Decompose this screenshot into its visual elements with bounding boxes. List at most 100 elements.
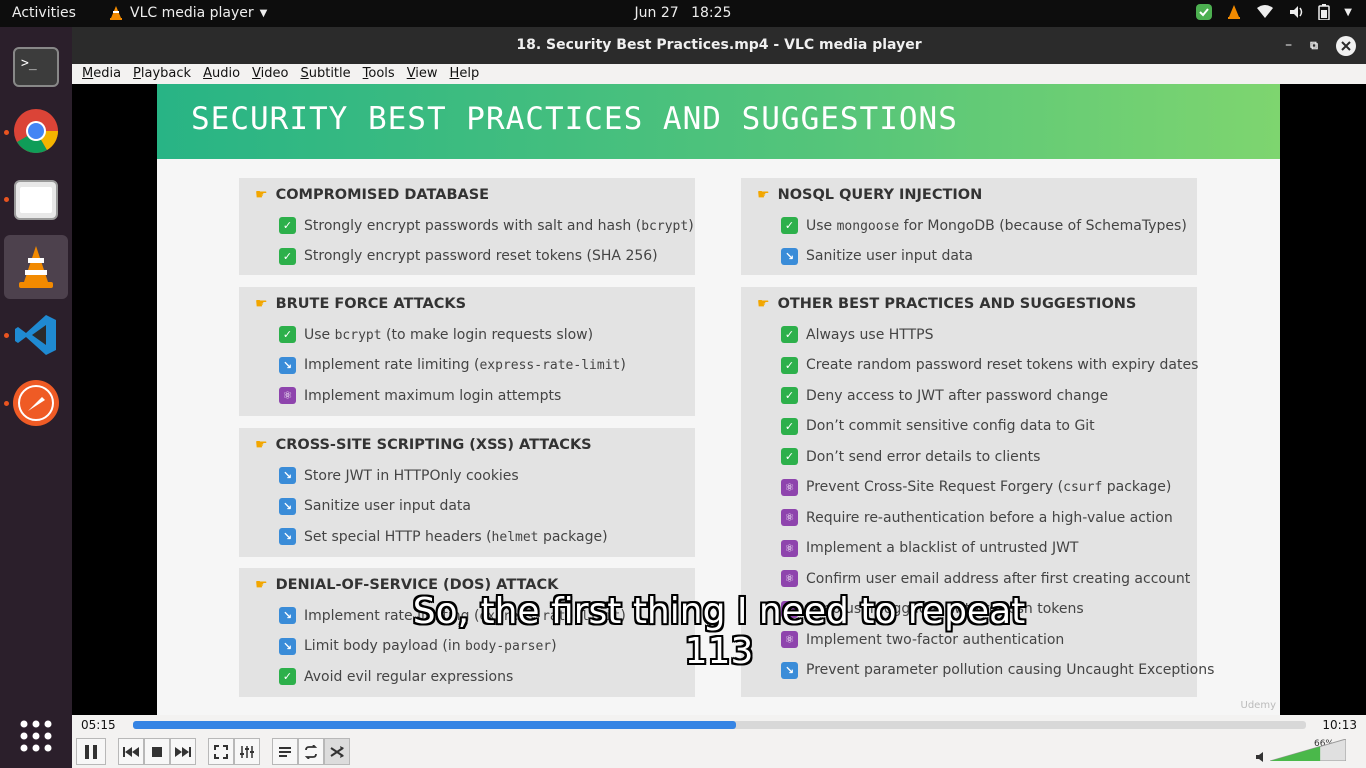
item-text-part: Sanitize user input data [806, 248, 974, 264]
item-text: Prevent Cross-Site Request Forgery (csur… [806, 479, 1171, 495]
code-text: express-rate-limit [479, 358, 621, 373]
menu-subtitle[interactable]: Subtitle [294, 64, 356, 84]
loop-icon [304, 744, 318, 759]
menu-audio[interactable]: Audio [197, 64, 246, 84]
arrow-icon: ↘ [279, 467, 296, 484]
dock-postman[interactable] [4, 371, 68, 435]
dock-vscode[interactable] [4, 303, 68, 367]
pointing-hand-icon: ☛ [255, 437, 268, 453]
list-item: ⚛ Implement maximum login attempts [279, 387, 561, 404]
slide-card: ☛ BRUTE FORCE ATTACKS ✓ Use bcrypt (to make… [239, 287, 695, 416]
item-text: Implement maximum login attempts [304, 388, 561, 404]
item-text-part: Implement rate limiting ( [304, 357, 480, 373]
clock-date: Jun 27 [634, 5, 679, 21]
terminal-icon: >_ [13, 47, 59, 87]
slide-card: ☛ CROSS-SITE SCRIPTING (XSS) ATTACKS ↘ Stor… [239, 428, 695, 557]
item-text-part: Set special HTTP headers ( [304, 528, 492, 545]
check-icon: ✓ [279, 326, 296, 343]
slide-card: ☛ NOSQL QUERY INJECTION ✓ Use mongoose for … [741, 178, 1197, 275]
item-text-part: Sanitize user input data [304, 498, 472, 514]
speaker-icon[interactable] [1288, 4, 1304, 20]
item-text-part: Always use HTTPS [806, 326, 934, 343]
stop-button[interactable] [144, 738, 170, 765]
playlist-icon [279, 746, 291, 757]
extended-settings-button[interactable] [234, 738, 260, 765]
item-text: Don’t send error details to clients [806, 449, 1040, 465]
item-text-part: Use [806, 217, 837, 234]
list-item: ↘ Sanitize user input data [279, 497, 471, 515]
item-text-part: Don’t send error details to clients [806, 448, 1041, 465]
subtitle-line: So, the first thing I need to repeat [412, 591, 1026, 632]
item-text: Require re-authentication before a high-… [806, 510, 1173, 526]
vscode-icon [15, 315, 56, 355]
maximize-icon[interactable]: ⧉ [1310, 27, 1318, 64]
volume-slider[interactable] [1270, 739, 1346, 761]
dock-vlc[interactable] [4, 235, 68, 299]
item-text-part: ) [688, 217, 694, 234]
item-text-part: ) [620, 357, 626, 373]
check-icon: ✓ [781, 326, 798, 343]
menu-media[interactable]: Media [76, 64, 127, 84]
item-text: Confirm user email address after first c… [806, 571, 1190, 587]
loop-button[interactable] [298, 738, 324, 765]
shuffle-button[interactable] [324, 738, 350, 765]
check-icon: ✓ [279, 247, 296, 265]
controls-bar: 66% [72, 735, 1366, 768]
window-controls: – ⧉ [1285, 27, 1356, 64]
menu-view[interactable]: View [401, 64, 444, 84]
item-text: Always use HTTPS [806, 327, 933, 343]
code-text: csurf [1063, 480, 1103, 495]
next-button[interactable] [170, 738, 196, 765]
stop-icon [152, 746, 162, 757]
list-item: ⚛ Require re-authentication before a high… [781, 509, 1173, 526]
pause-button[interactable] [76, 738, 106, 765]
udemy-watermark: Udemy [1240, 700, 1276, 711]
clock[interactable]: Jun 27 18:25 [0, 5, 1366, 21]
code-text: mongoose [836, 218, 900, 234]
menu-tools[interactable]: Tools [357, 64, 401, 84]
card-title: ☛ COMPROMISED DATABASE [255, 187, 489, 203]
menu-help[interactable]: Help [444, 64, 486, 84]
top-bar: Activities VLC media player ▼ Jun 27 18:… [0, 0, 1366, 27]
check-icon: ✓ [781, 417, 798, 435]
card-title: ☛ BRUTE FORCE ATTACKS [255, 296, 466, 312]
dock-chrome[interactable] [4, 99, 68, 163]
close-icon[interactable] [1336, 35, 1356, 56]
dock-files[interactable] [4, 167, 68, 231]
list-item: ✓ Strongly encrypt password reset tokens … [279, 247, 658, 265]
vlc-tray-icon[interactable] [1226, 4, 1242, 20]
chevron-down-icon[interactable]: ▼ [1344, 7, 1352, 18]
previous-button[interactable] [118, 738, 144, 765]
wifi-icon[interactable] [1256, 4, 1274, 20]
battery-icon[interactable] [1318, 4, 1331, 20]
update-check-icon[interactable] [1196, 4, 1213, 20]
fullscreen-button[interactable] [208, 738, 234, 765]
minimize-icon[interactable]: – [1285, 27, 1292, 64]
item-text-part: for MongoDB (because of SchemaTypes) [899, 217, 1187, 234]
title-bar[interactable]: 18. Security Best Practices.mp4 - VLC me… [72, 27, 1366, 64]
vlc-cone-icon [19, 246, 53, 288]
shuffle-icon [330, 745, 344, 758]
clock-time: 18:25 [691, 5, 732, 21]
menu-playback[interactable]: Playback [127, 64, 197, 84]
item-text-part: Deny access to JWT after password change [806, 387, 1109, 404]
system-tray[interactable]: ▼ [1196, 4, 1352, 20]
playlist-button[interactable] [272, 738, 298, 765]
atom-icon: ⚛ [781, 570, 798, 587]
elapsed-time[interactable]: 05:15 [81, 718, 116, 732]
pointing-hand-icon: ☛ [255, 577, 268, 593]
dock-show-apps[interactable] [4, 704, 68, 768]
dock-terminal[interactable]: >_ [4, 35, 68, 99]
item-text: Sanitize user input data [304, 498, 471, 514]
vlc-window: 18. Security Best Practices.mp4 - VLC me… [72, 27, 1366, 768]
total-time[interactable]: 10:13 [1322, 718, 1357, 732]
volume-icon[interactable] [1256, 751, 1268, 763]
item-text-part: Require re-authentication before a high-… [806, 509, 1173, 526]
volume-control[interactable]: 66% [1256, 739, 1356, 765]
code-text: bcrypt [334, 327, 382, 343]
video-area[interactable]: SECURITY BEST PRACTICES AND SUGGESTIONS … [72, 84, 1366, 715]
item-text-part: Strongly encrypt password reset tokens (… [304, 248, 658, 264]
card-title: ☛ NOSQL QUERY INJECTION [757, 187, 982, 203]
seek-slider[interactable] [133, 721, 1306, 729]
menu-video[interactable]: Video [246, 64, 294, 84]
